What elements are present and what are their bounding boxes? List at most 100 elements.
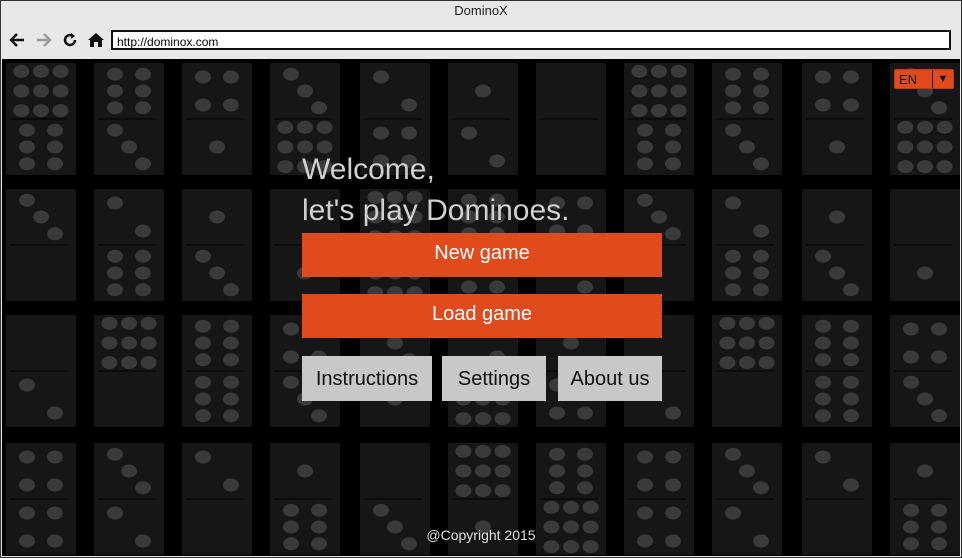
domino-pip [665,450,681,464]
domino-pip [725,67,741,81]
domino-pip [33,84,49,98]
domino-pip [283,503,299,517]
domino-pip [543,500,560,514]
domino-pip [494,412,511,426]
domino-pip [455,464,472,478]
domino-pip [277,160,294,174]
domino-pip [47,140,63,154]
domino-pip [121,464,137,478]
domino-pip [494,444,511,458]
arrow-left-icon [9,33,24,47]
domino-pip [140,356,157,370]
copyright-text: @Copyright 2015 [426,527,536,543]
domino-pip [47,406,63,420]
domino-pip [401,98,417,112]
domino-pip [311,503,327,517]
domino-pip [52,84,69,98]
domino-pip [461,280,477,294]
domino-pip [670,64,687,78]
domino-pip [815,336,831,350]
domino-pip [195,409,211,423]
domino-pip [549,464,565,478]
domino-pip [815,98,831,112]
domino-pip [223,353,239,367]
domino-pip [843,409,859,423]
domino-pip [121,316,137,330]
domino-pip [637,123,653,137]
language-selector[interactable]: EN ▼ [894,69,954,89]
domino-pip [223,98,239,112]
domino-pip [455,444,472,458]
domino-pip [577,447,593,461]
domino-pip [135,249,151,263]
domino-pip [917,160,933,174]
domino-pip [455,484,472,498]
forward-button[interactable] [34,29,54,51]
domino-pip [903,503,919,517]
domino-pip [637,140,653,154]
domino-pip [19,140,35,154]
domino-pip [277,140,294,154]
domino-pip [195,336,211,350]
domino-pip [135,157,151,171]
domino-pip [107,447,123,461]
domino-pip [897,160,914,174]
home-button[interactable] [86,29,106,51]
domino-pip [47,157,63,171]
domino-pip [209,266,225,280]
domino-pip [107,283,123,297]
welcome-line-2: let's play Dominoes. [302,194,570,227]
domino-pip [725,506,741,520]
domino-pip [135,67,151,81]
load-game-button[interactable]: Load game [302,294,662,338]
domino-pip [107,123,123,137]
domino-pip [33,104,49,118]
domino-pip [631,84,648,98]
domino-pip [739,140,755,154]
domino-pip [283,322,299,336]
domino-pip [107,101,123,115]
domino-pip [209,140,225,154]
domino-pip [121,356,137,370]
browser-window: DominoX http://dominox.com EN ▼ Welcome,… [0,0,962,558]
reload-icon [63,33,77,47]
domino-pip [753,84,769,98]
domino-pip [631,64,648,78]
domino-pip [19,450,35,464]
settings-button[interactable]: Settings [442,356,546,401]
domino-pip [135,224,151,238]
domino-pip [52,64,69,78]
domino-pip [47,227,63,241]
address-bar[interactable]: http://dominox.com [111,30,951,50]
browser-toolbar: http://dominox.com [1,23,961,59]
domino-pip [670,104,687,118]
domino-pip [107,266,123,280]
domino-pip [549,406,565,420]
domino-pip [101,356,118,370]
domino-pip [373,70,389,84]
domino-pip [135,481,151,495]
domino-pip [917,266,933,280]
domino-pip [753,224,769,238]
about-us-button[interactable]: About us [558,356,662,401]
instructions-button[interactable]: Instructions [302,356,432,401]
domino-pip [475,84,491,98]
back-button[interactable] [7,29,27,51]
domino-pip [829,210,845,224]
domino-pip [725,283,741,297]
domino-pip [815,450,831,464]
reload-button[interactable] [60,29,80,51]
window-title: DominoX [454,3,508,18]
domino-pip [101,316,118,330]
domino-pip [725,84,741,98]
domino-pip [549,481,565,495]
domino-pip [47,478,63,492]
domino-pip [107,84,123,98]
domino-pip [401,126,417,140]
domino-pip [283,67,299,81]
chevron-down-icon[interactable]: ▼ [932,70,953,88]
new-game-button[interactable]: New game [302,233,662,277]
domino-pip [897,140,914,154]
domino-pip [719,316,736,330]
domino-pip [461,126,477,140]
